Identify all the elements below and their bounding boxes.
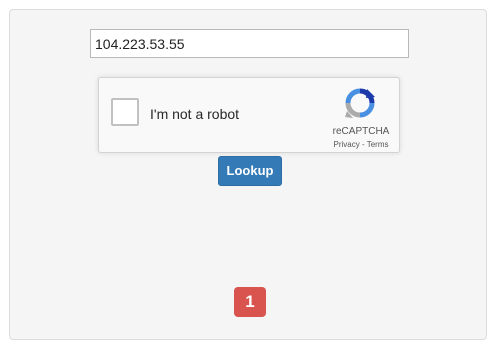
terms-link[interactable]: Terms <box>367 140 389 149</box>
ip-address-input[interactable] <box>90 29 409 58</box>
links-separator: - <box>359 140 367 149</box>
recaptcha-widget: I'm not a robot reCAPTCHA Privacy - Term… <box>98 77 400 153</box>
privacy-link[interactable]: Privacy <box>334 140 360 149</box>
count-badge: 1 <box>234 287 266 317</box>
recaptcha-checkbox[interactable] <box>111 98 139 126</box>
recaptcha-label: I'm not a robot <box>150 106 240 122</box>
recaptcha-links: Privacy - Terms <box>324 140 398 149</box>
recaptcha-brand: reCAPTCHA <box>332 126 390 137</box>
recaptcha-logo-icon <box>345 88 375 118</box>
lookup-button[interactable]: Lookup <box>218 156 282 186</box>
lookup-panel: I'm not a robot reCAPTCHA Privacy - Term… <box>9 9 487 340</box>
